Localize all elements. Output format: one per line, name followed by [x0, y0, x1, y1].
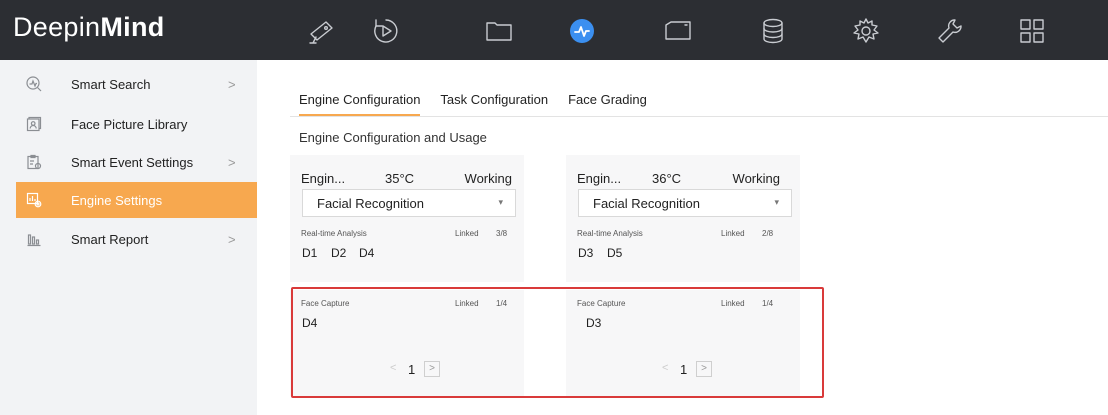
linked-label: Linked: [455, 229, 479, 238]
sidebar-item-smart-report[interactable]: Smart Report >: [0, 221, 257, 257]
smart-search-icon: [26, 76, 42, 92]
realtime-analysis-label: Real-time Analysis: [577, 229, 643, 238]
device-tag[interactable]: D2: [331, 246, 346, 260]
engine-mode-select[interactable]: Facial Recognition ▾: [578, 189, 792, 217]
chevron-right-icon: >: [228, 76, 236, 92]
engine-status: Working: [732, 171, 780, 186]
section-title: Engine Configuration and Usage: [299, 130, 487, 145]
sidebar-item-face-picture-library[interactable]: Face Picture Library: [0, 106, 257, 142]
report-icon: [26, 231, 42, 247]
sidebar-item-smart-search[interactable]: Smart Search >: [0, 66, 257, 102]
engine-settings-icon: [26, 192, 42, 208]
realtime-analysis-label: Real-time Analysis: [301, 229, 367, 238]
chevron-right-icon: >: [228, 231, 236, 247]
sidebar: Smart Search > Face Picture Library Smar…: [0, 60, 257, 415]
playback-icon[interactable]: [370, 15, 402, 47]
linked-count: 2/8: [762, 229, 774, 238]
device-tag[interactable]: D5: [607, 246, 622, 260]
sidebar-item-label: Face Picture Library: [71, 116, 188, 132]
engine-temperature: 35°C: [385, 171, 415, 186]
tab-engine-configuration[interactable]: Engine Configuration: [299, 92, 421, 116]
camera-icon[interactable]: [305, 15, 337, 47]
tab-task-configuration[interactable]: Task Configuration: [440, 92, 548, 116]
engine-temperature: 36°C: [652, 171, 682, 186]
top-navigation-bar: DeepinMind: [0, 0, 1108, 60]
chevron-down-icon: ▾: [774, 197, 779, 207]
smart-analysis-icon[interactable]: [566, 15, 598, 47]
chevron-right-icon: >: [228, 154, 236, 170]
face-library-icon: [26, 116, 42, 132]
linked-label: Linked: [721, 229, 745, 238]
sidebar-item-smart-event-settings[interactable]: Smart Event Settings >: [0, 144, 257, 180]
chevron-down-icon: ▾: [498, 197, 503, 207]
device-tag[interactable]: D3: [578, 246, 593, 260]
engine-mode-value: Facial Recognition: [593, 196, 700, 211]
event-settings-icon: [26, 154, 42, 170]
engine-card-1: Engin... 35°C Working Facial Recognition…: [290, 155, 524, 282]
sidebar-item-label: Smart Search: [71, 76, 151, 92]
sidebar-item-label: Smart Report: [71, 231, 149, 247]
engine-name: Engin...: [301, 171, 346, 186]
sidebar-item-engine-settings[interactable]: Engine Settings: [16, 182, 257, 218]
highlight-box: [291, 287, 824, 398]
engine-status: Working: [464, 171, 512, 186]
tab-divider: [290, 116, 1108, 117]
grid-icon[interactable]: [1016, 15, 1048, 47]
engine-mode-select[interactable]: Facial Recognition ▾: [302, 189, 516, 217]
sidebar-item-label: Smart Event Settings: [71, 154, 194, 170]
display-icon[interactable]: [662, 15, 694, 47]
engine-mode-value: Facial Recognition: [317, 196, 424, 211]
sidebar-item-label: Engine Settings: [71, 192, 163, 208]
settings-icon[interactable]: [850, 15, 882, 47]
device-tag[interactable]: D4: [359, 246, 374, 260]
engine-card-2: Engin... 36°C Working Facial Recognition…: [566, 155, 800, 282]
device-tag[interactable]: D1: [302, 246, 317, 260]
maintenance-icon[interactable]: [934, 15, 966, 47]
tab-face-grading[interactable]: Face Grading: [568, 92, 647, 116]
engine-header: Engin... 35°C Working: [290, 171, 524, 187]
linked-count: 3/8: [496, 229, 508, 238]
app-logo: DeepinMind: [13, 12, 165, 42]
folder-icon[interactable]: [483, 15, 515, 47]
config-tabs: Engine Configuration Task Configuration …: [299, 92, 667, 116]
engine-name: Engin...: [577, 171, 622, 186]
storage-icon[interactable]: [757, 15, 789, 47]
engine-header: Engin... 36°C Working: [566, 171, 800, 187]
